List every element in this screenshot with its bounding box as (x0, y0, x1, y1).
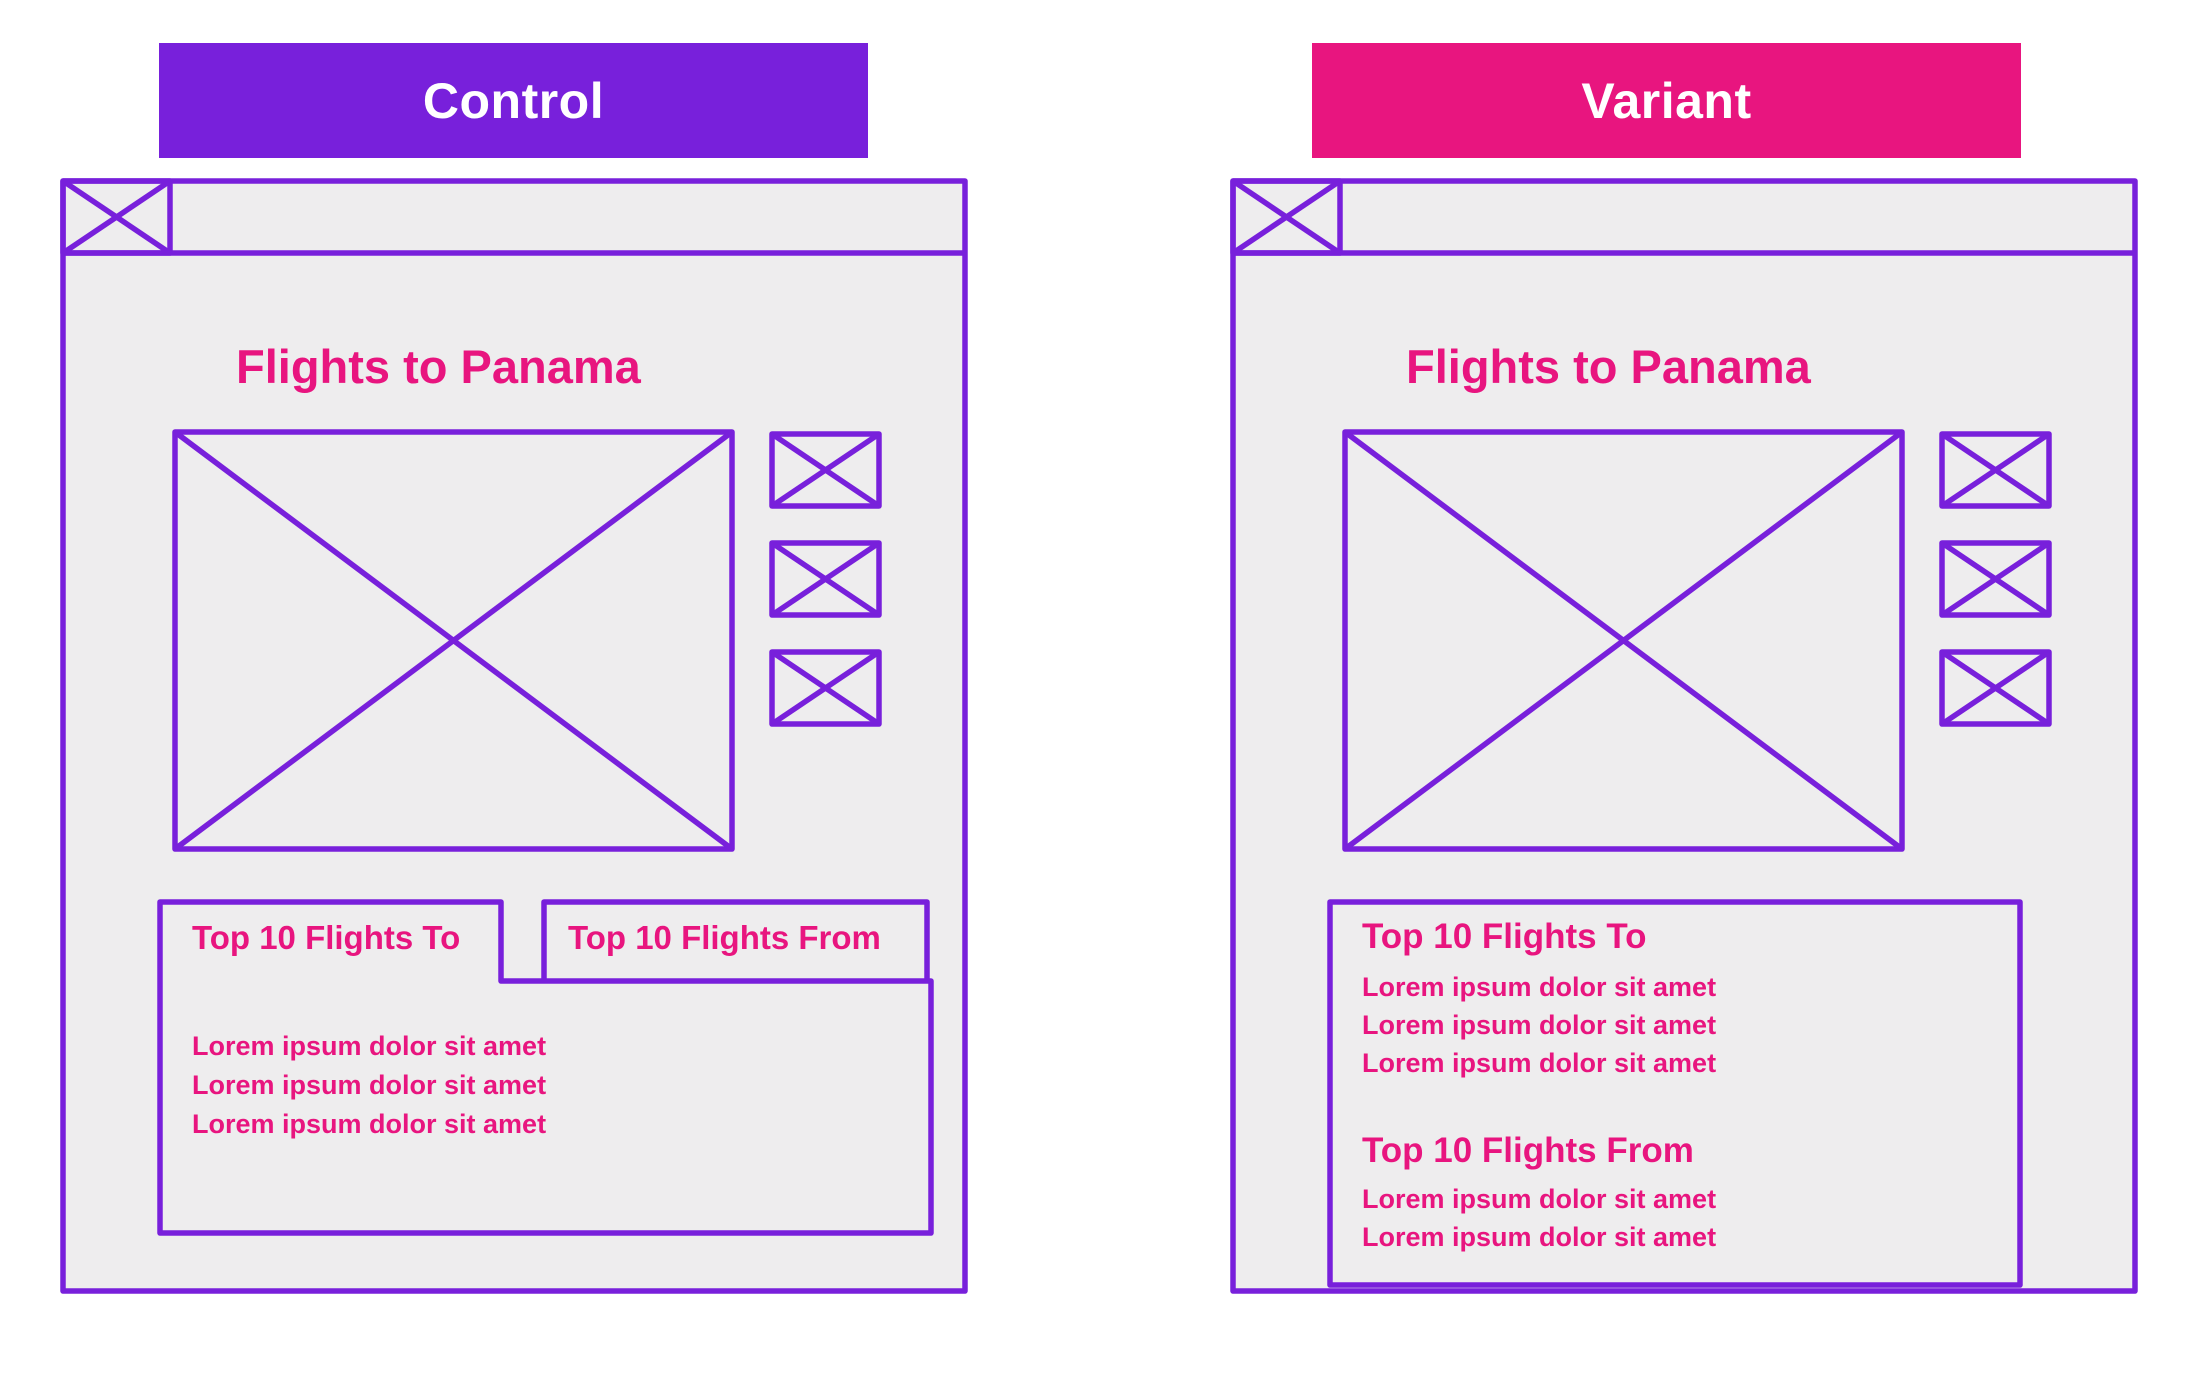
variant-page-heading: Flights to Panama (1406, 340, 1811, 393)
variant-list-item[interactable]: Lorem ipsum dolor sit amet (1362, 1224, 1716, 1251)
control-list-item: Lorem ipsum dolor sit amet (192, 1109, 547, 1139)
control-tab-flights-from[interactable]: Top 10 Flights From (568, 921, 881, 954)
variant-section-title-flights-from: Top 10 Flights From (1362, 1131, 1694, 1170)
variant-list-item[interactable]: Lorem ipsum dolor sit amet (1362, 1012, 1716, 1039)
control-list-item: Lorem ipsum dolor sit amet (192, 1031, 547, 1061)
control-tab-flights-to[interactable]: Top 10 Flights To (192, 921, 460, 954)
variant-list-item[interactable]: Lorem ipsum dolor sit amet (1362, 974, 1716, 1001)
control-list-item: Lorem ipsum dolor sit amet (192, 1070, 547, 1100)
variant-section-title-flights-to: Top 10 Flights To (1362, 917, 1647, 956)
wireframe-canvas (60, 178, 2138, 1294)
control-page-heading: Flights to Panama (236, 340, 641, 393)
variant-list-item[interactable]: Lorem ipsum dolor sit amet (1362, 1186, 1716, 1213)
variant-list-item[interactable]: Lorem ipsum dolor sit amet (1362, 1050, 1716, 1077)
